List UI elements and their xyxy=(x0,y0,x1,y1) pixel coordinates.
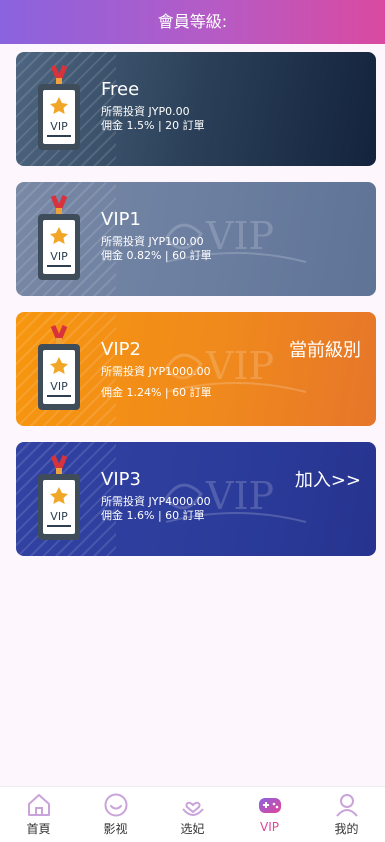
vip-badge-icon: VIP xyxy=(38,455,80,540)
level-card-free[interactable]: VIP Free 所需投資 JYP0.00 佣金 1.5% | 20 訂單 xyxy=(16,52,376,166)
level-required-investment: 所需投資 JYP1000.00 xyxy=(101,365,211,378)
nav-item-home[interactable]: 首頁 xyxy=(0,787,77,842)
svg-text:VIP: VIP xyxy=(205,474,274,518)
page-header: 會員等級: xyxy=(0,0,385,44)
badge-label: VIP xyxy=(50,380,68,393)
smile-icon xyxy=(104,793,127,817)
nav-item-mine[interactable]: 我的 xyxy=(308,787,385,842)
nav-label: 影视 xyxy=(103,822,128,836)
badge-label: VIP xyxy=(50,250,68,263)
level-card-vip1[interactable]: VIP VIP VIP1 所需投資 JYP100.00 佣金 0.82% | 6… xyxy=(16,182,376,296)
current-level-label: 當前級別 xyxy=(289,340,361,361)
vip-badge-icon: VIP xyxy=(38,325,80,410)
level-commission: 佣金 1.5% | 20 訂單 xyxy=(101,119,205,132)
join-button[interactable]: 加入>> xyxy=(295,466,361,492)
nav-label: 首頁 xyxy=(26,822,51,836)
level-name: VIP1 xyxy=(101,209,141,230)
level-commission: 佣金 1.6% | 60 訂單 xyxy=(101,509,205,522)
level-name: VIP2 xyxy=(101,339,141,360)
user-icon xyxy=(335,794,358,817)
nav-item-vip[interactable]: VIP xyxy=(231,787,308,842)
level-card-vip2[interactable]: VIP VIP VIP2 所需投資 JYP1000.00 佣金 1.24% | … xyxy=(16,312,376,426)
svg-text:VIP: VIP xyxy=(205,214,274,258)
vip-badge-icon: VIP xyxy=(38,65,80,150)
nav-label: VIP xyxy=(260,820,279,834)
nav-label: 选妃 xyxy=(180,822,205,836)
bottom-nav: 首頁 影视 选妃 VIP 我的 xyxy=(0,786,385,842)
vip-badge-icon: VIP xyxy=(38,195,80,280)
level-commission: 佣金 1.24% | 60 訂單 xyxy=(101,386,212,399)
svg-text:VIP: VIP xyxy=(205,344,274,388)
heart-hand-icon xyxy=(181,801,204,816)
nav-item-select[interactable]: 选妃 xyxy=(154,787,231,842)
level-card-vip3[interactable]: VIP VIP VIP3 所需投資 JYP4000.00 佣金 1.6% | 6… xyxy=(16,442,376,556)
level-commission: 佣金 0.82% | 60 訂單 xyxy=(101,249,212,262)
level-name: VIP3 xyxy=(101,469,141,490)
badge-label: VIP xyxy=(50,510,68,523)
badge-label: VIP xyxy=(50,120,68,133)
nav-label: 我的 xyxy=(334,822,359,836)
nav-item-videos[interactable]: 影视 xyxy=(77,787,154,842)
level-name: Free xyxy=(101,79,140,100)
page-title: 會員等級: xyxy=(157,12,228,31)
gamepad-icon xyxy=(258,798,281,813)
home-icon xyxy=(27,794,50,816)
